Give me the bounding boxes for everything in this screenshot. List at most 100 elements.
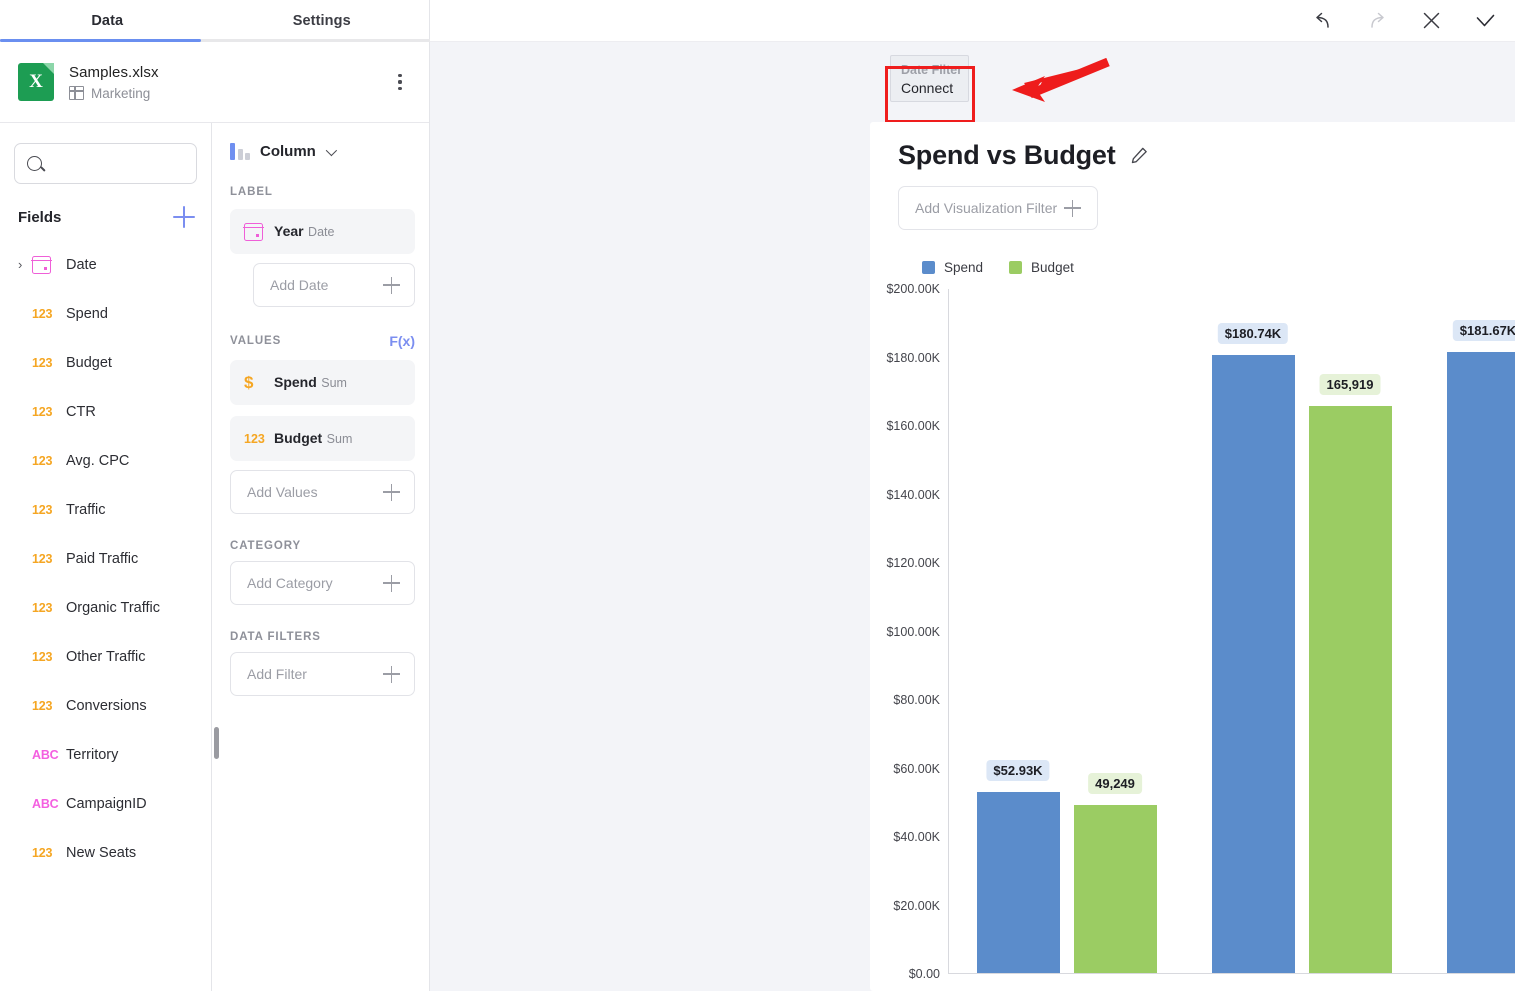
legend-swatch [922,261,935,274]
formula-button[interactable]: F(x) [389,333,415,349]
undo-icon[interactable] [1307,5,1339,37]
text-type-icon: ABC [32,747,59,762]
bar-budget[interactable]: 165,919 [1308,373,1392,973]
values-section-header: VALUES F(x) [230,333,415,349]
add-filter-button[interactable]: Add Filter [230,652,415,696]
number-type-icon: 123 [32,845,53,860]
bar-data-label: $52.93K [986,759,1050,781]
currency-icon: $ [244,372,254,392]
label-field-name: Year [274,222,304,239]
bar-spend[interactable]: $52.93K [976,759,1060,973]
visualization-card: Spend vs Budget Add Visualization Filter [870,122,1515,991]
chart-type-selector[interactable]: Column [230,123,415,160]
bar-spend[interactable]: $180.74K [1211,322,1295,973]
legend-item[interactable]: Spend [922,260,983,275]
field-label: Avg. CPC [66,452,130,469]
add-visualization-filter-button[interactable]: Add Visualization Filter [898,186,1098,230]
tab-settings[interactable]: Settings [215,0,430,42]
values-section-heading: VALUES [230,335,282,347]
close-icon[interactable] [1415,5,1447,37]
excel-file-icon: X [18,63,54,101]
field-list-item[interactable]: ›123Paid Traffic [0,534,211,583]
y-axis-tick-label: $140.00K [886,487,940,502]
search-box[interactable] [14,143,232,184]
chart-type-label: Column [260,143,316,160]
add-category-button[interactable]: Add Category [230,561,415,605]
field-list-item[interactable]: ›123Traffic [0,485,211,534]
fields-scrollbar-thumb[interactable] [214,727,219,759]
label-field-chip[interactable]: Year Date [230,209,415,254]
redo-icon[interactable] [1361,5,1393,37]
y-axis-tick-label: $80.00K [893,693,940,707]
tab-underline [0,39,430,42]
field-list-item[interactable]: ›123Organic Traffic [0,583,211,632]
file-more-menu-button[interactable] [387,67,413,97]
bar-data-label: 49,249 [1088,772,1142,794]
edit-title-pencil-icon[interactable] [1130,146,1149,165]
y-axis-tick-label: $20.00K [893,898,940,913]
field-list-item[interactable]: ›123Conversions [0,681,211,730]
number-type-icon: 123 [32,698,53,713]
plus-icon [383,483,400,501]
add-values-button[interactable]: Add Values [230,470,415,514]
chart-plot: $0.00 $20.00K $40.00K $60.00K $80.00K $100.00… [870,282,1515,991]
field-list-item[interactable]: ›123Other Traffic [0,632,211,681]
number-type-icon: 123 [32,502,53,517]
add-field-button[interactable] [173,206,195,228]
add-visualization-filter-label: Add Visualization Filter [915,200,1058,216]
expand-chevron-icon[interactable]: › [18,257,32,272]
bar-group: $180.74K 165,919 [1184,289,1419,973]
field-list-item[interactable]: ›ABCCampaignID [0,779,211,828]
field-list-item[interactable]: › Date [0,240,211,289]
tab-data[interactable]: Data [0,0,215,42]
y-axis-tick-label: $120.00K [886,556,940,570]
table-icon [69,86,84,100]
field-label: Budget [66,354,112,371]
file-name: Samples.xlsx [69,63,159,81]
app-root: Data Settings X Samples.xlsx Marketing F… [0,0,1515,991]
field-list-item[interactable]: ›123Avg. CPC [0,436,211,485]
value-field-chip-budget[interactable]: 123 Budget Sum [230,416,415,461]
calendar-icon [31,255,52,274]
field-list-item[interactable]: ›123Budget [0,338,211,387]
file-sheet-name: Marketing [91,85,151,101]
add-date-button[interactable]: Add Date [253,263,415,307]
number-type-icon: 123 [244,431,265,446]
bar-data-label: 165,919 [1319,373,1381,395]
value-field-chip-spend[interactable]: $ Spend Sum [230,360,415,405]
y-axis-tick-label: $60.00K [893,761,940,776]
panel-tabs: Data Settings [0,0,430,42]
number-type-icon: 123 [32,453,53,468]
bar-data-label: $181.67K [1452,319,1515,341]
field-list-item[interactable]: ›123CTR [0,387,211,436]
bar-groups: $52.93K 49,249 $180.74K 165,919 $181.67K164,… [949,289,1515,973]
field-label: Organic Traffic [66,599,161,616]
plus-icon [383,665,400,683]
number-type-icon: 123 [32,600,53,615]
value-field-name: Budget [274,429,323,446]
search-input[interactable] [51,155,232,172]
confirm-icon[interactable] [1469,5,1501,37]
value-field-agg: Sum [321,375,347,390]
bar-spend[interactable]: $181.67K [1446,319,1515,973]
bar-budget[interactable]: 49,249 [1073,772,1157,973]
field-label: Spend [66,305,108,322]
legend-item[interactable]: Budget [1009,260,1074,275]
y-axis-tick-label: $100.00K [886,624,940,639]
field-list-item[interactable]: ›123New Seats [0,828,211,877]
date-filter-connect-card[interactable]: Date Filter Connect [890,55,969,102]
editor-toolbar [430,0,1515,42]
visualization-header: Spend vs Budget Add Visualization Filter [870,122,1515,230]
field-list-item[interactable]: ›ABCTerritory [0,730,211,779]
value-field-name: Spend [274,373,317,390]
legend-label: Spend [944,260,984,275]
field-label: Paid Traffic [66,550,139,567]
field-label: Other Traffic [66,648,146,665]
field-list: ›Date›123Spend›123Budget›123CTR › 123 Avg. … [0,240,211,877]
text-type-icon: ABC [32,796,59,811]
field-label: New Seats [66,844,137,861]
number-type-icon: 123 [32,551,53,566]
file-meta: Samples.xlsx Marketing [69,64,387,101]
field-list-item[interactable]: ›123Spend [0,289,211,338]
date-filter-title: Date Filter [901,63,963,77]
